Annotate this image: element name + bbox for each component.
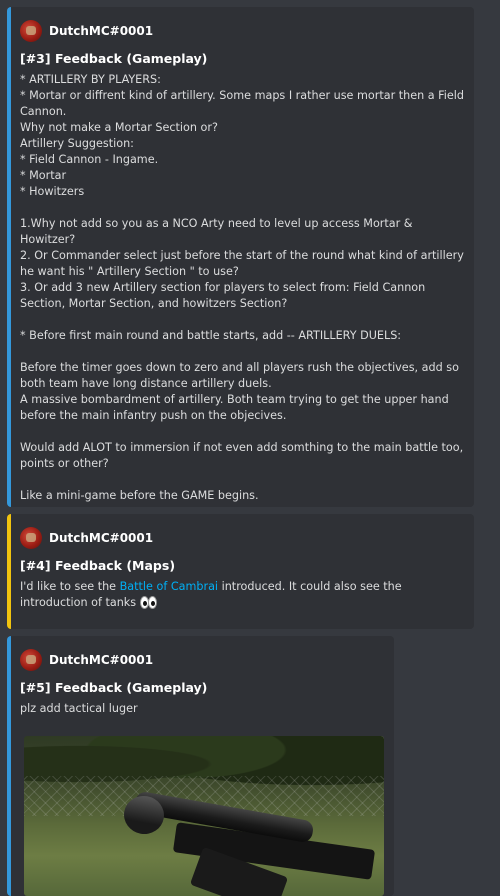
embed-title: [#4] Feedback (Maps) (20, 558, 176, 573)
avatar[interactable] (20, 527, 42, 549)
avatar[interactable] (20, 649, 42, 671)
embed-title: [#5] Feedback (Gameplay) (20, 680, 208, 695)
embed-title: [#3] Feedback (Gameplay) (20, 51, 208, 66)
eyes-icon (139, 596, 157, 609)
embed-description: * ARTILLERY BY PLAYERS: * Mortar or diff… (20, 73, 464, 502)
avatar[interactable] (20, 20, 42, 42)
embed-description: plz add tactical luger (20, 702, 138, 715)
embed-description: I'd like to see the Battle of Cambrai in… (20, 579, 464, 611)
previous-message-fragment (0, 0, 500, 7)
desc-text: I'd like to see the (20, 580, 120, 593)
author-name[interactable]: DutchMC#0001 (49, 653, 153, 667)
author-name[interactable]: DutchMC#0001 (49, 531, 153, 545)
author-name[interactable]: DutchMC#0001 (49, 24, 153, 38)
battle-of-cambrai-link[interactable]: Battle of Cambrai (120, 580, 218, 593)
feedback-embed-5: DutchMC#0001 [#5] Feedback (Gameplay) pl… (7, 636, 394, 896)
rifle-with-scope-photo[interactable] (24, 736, 384, 896)
embed-author: DutchMC#0001 (20, 527, 464, 549)
feedback-embed-3: DutchMC#0001 [#3] Feedback (Gameplay) * … (7, 7, 474, 507)
embed-author: DutchMC#0001 (20, 649, 384, 671)
embed-author: DutchMC#0001 (20, 20, 464, 42)
feedback-embed-4: DutchMC#0001 [#4] Feedback (Maps) I'd li… (7, 514, 474, 629)
